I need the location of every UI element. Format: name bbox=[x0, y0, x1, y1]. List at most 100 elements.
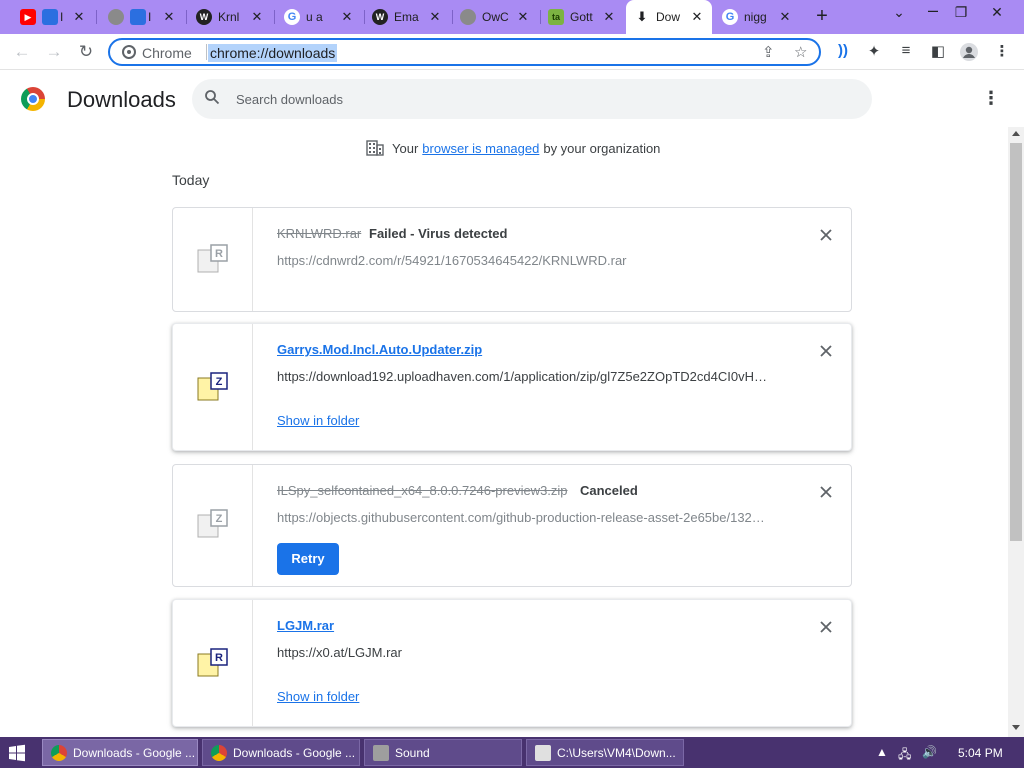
tab-krnl[interactable]: W Krnl ✕ bbox=[188, 2, 272, 32]
file-name-link[interactable]: Garrys.Mod.Incl.Auto.Updater.zip bbox=[277, 342, 482, 357]
chrome-icon bbox=[211, 744, 227, 761]
close-window-button[interactable]: ✕ bbox=[982, 4, 1012, 21]
file-name: ILSpy_selfcontained_x64_8.0.0.7246-previ… bbox=[277, 483, 568, 498]
download-url[interactable]: https://x0.at/LGJM.rar bbox=[277, 645, 777, 660]
chrome-site-icon bbox=[122, 45, 136, 59]
side-panel-icon[interactable]: ◧ bbox=[927, 42, 949, 62]
close-icon[interactable]: ✕ bbox=[340, 9, 354, 25]
speaker-icon bbox=[373, 744, 389, 761]
tab-separator bbox=[96, 10, 97, 24]
forward-button[interactable]: → bbox=[42, 40, 66, 64]
download-item-garrys-mod: Z Garrys.Mod.Incl.Auto.Updater.zip https… bbox=[172, 323, 852, 451]
file-icon-column: R bbox=[173, 600, 253, 726]
downloads-list: Your browser is managed by your organiza… bbox=[0, 127, 1008, 737]
managed-notice: Your browser is managed by your organiza… bbox=[366, 140, 660, 156]
minimize-button[interactable]: – bbox=[918, 0, 948, 21]
screen-icon bbox=[42, 9, 58, 25]
extension-wave-icon[interactable]: )) bbox=[832, 42, 854, 62]
search-input[interactable] bbox=[236, 89, 836, 109]
download-item-lgjm: R LGJM.rar https://x0.at/LGJM.rar Show i… bbox=[172, 599, 852, 727]
tab-label: nigg bbox=[744, 10, 767, 24]
tab-search-button[interactable]: ⌄ bbox=[884, 4, 914, 21]
tab-label: OwC bbox=[482, 10, 509, 24]
managed-prefix: Your bbox=[392, 140, 419, 156]
google-icon: G bbox=[722, 9, 738, 25]
tab-gott[interactable]: ta Gott ✕ bbox=[540, 2, 624, 32]
close-icon[interactable]: ✕ bbox=[162, 9, 176, 25]
share-icon[interactable]: ⇪ bbox=[762, 43, 775, 61]
browser-toolbar: ← → ↻ Chrome chrome://downloads ⇪ ☆ )) ✦… bbox=[0, 34, 1024, 70]
globe-icon bbox=[108, 9, 124, 25]
system-clock[interactable]: 5:04 PM bbox=[958, 746, 1003, 760]
show-in-folder-link[interactable]: Show in folder bbox=[277, 413, 359, 428]
omnibox-divider bbox=[206, 44, 207, 60]
archive-file-icon: Z bbox=[197, 509, 228, 538]
address-bar[interactable]: Chrome chrome://downloads ⇪ ☆ bbox=[108, 38, 821, 66]
tab-label: I bbox=[148, 10, 152, 24]
network-icon[interactable]: 🖧 bbox=[898, 745, 911, 766]
scroll-thumb[interactable] bbox=[1010, 143, 1022, 541]
page-scrollbar[interactable] bbox=[1008, 127, 1024, 737]
tab-google-1[interactable]: G u a ✕ bbox=[276, 2, 362, 32]
page-title: Downloads bbox=[67, 87, 176, 112]
close-icon[interactable]: ✕ bbox=[72, 9, 86, 25]
retry-button[interactable]: Retry bbox=[277, 543, 339, 575]
remove-from-list-icon[interactable] bbox=[817, 226, 835, 244]
remove-from-list-icon[interactable] bbox=[817, 618, 835, 636]
chrome-menu-icon[interactable]: ⋮ bbox=[991, 42, 1013, 62]
scroll-down-arrow-icon[interactable] bbox=[1012, 725, 1020, 730]
restore-button[interactable]: ❐ bbox=[946, 4, 976, 21]
show-in-folder-link[interactable]: Show in folder bbox=[277, 689, 359, 704]
bookmark-star-icon[interactable]: ☆ bbox=[794, 43, 807, 61]
file-icon-column: Z bbox=[173, 465, 253, 586]
scroll-up-arrow-icon[interactable] bbox=[1012, 131, 1020, 136]
tray-overflow-icon[interactable]: ▲ bbox=[876, 745, 888, 759]
download-status: Canceled bbox=[580, 483, 638, 498]
new-tab-button[interactable]: + bbox=[810, 5, 834, 29]
archive-file-icon: Z bbox=[197, 372, 228, 401]
site-icon: W bbox=[372, 9, 388, 25]
chrome-logo-icon bbox=[21, 87, 45, 111]
close-icon[interactable]: ✕ bbox=[428, 9, 442, 25]
tab-globe-2[interactable]: OwC ✕ bbox=[452, 2, 538, 32]
downloads-header: Downloads ⋮ bbox=[0, 71, 1024, 127]
tab-label: Gott bbox=[570, 10, 593, 24]
tab-downloads[interactable]: ⬇ Dow ✕ bbox=[626, 0, 712, 34]
media-control-icon[interactable]: ≡ bbox=[895, 42, 917, 62]
taskbar-sound[interactable]: Sound bbox=[364, 739, 522, 766]
tab-globe-1[interactable]: I ✕ bbox=[100, 2, 184, 32]
more-actions-icon[interactable]: ⋮ bbox=[982, 87, 1000, 111]
volume-icon[interactable]: 🔊 bbox=[922, 745, 937, 759]
reload-button[interactable]: ↻ bbox=[74, 40, 98, 64]
close-icon[interactable]: ✕ bbox=[516, 9, 530, 25]
tab-email[interactable]: W Ema ✕ bbox=[364, 2, 450, 32]
close-icon[interactable]: ✕ bbox=[250, 9, 264, 25]
tab-label: u a bbox=[306, 10, 323, 24]
tab-google-2[interactable]: G nigg ✕ bbox=[714, 2, 800, 32]
download-url[interactable]: https://download192.uploadhaven.com/1/ap… bbox=[277, 369, 777, 384]
windows-taskbar: Downloads - Google ... Downloads - Googl… bbox=[0, 737, 1024, 768]
close-icon[interactable]: ✕ bbox=[602, 9, 616, 25]
back-button[interactable]: ← bbox=[10, 40, 34, 64]
remove-from-list-icon[interactable] bbox=[817, 483, 835, 501]
windows-start-icon[interactable] bbox=[8, 744, 26, 762]
taskbar-chrome-downloads-2[interactable]: Downloads - Google ... bbox=[202, 739, 360, 766]
tab-label: Dow bbox=[656, 10, 681, 24]
url-text[interactable]: chrome://downloads bbox=[208, 44, 338, 62]
download-url[interactable]: https://objects.githubusercontent.com/gi… bbox=[277, 510, 777, 525]
taskbar-chrome-downloads-1[interactable]: Downloads - Google ... bbox=[42, 739, 198, 766]
close-icon[interactable]: ✕ bbox=[778, 9, 792, 25]
tab-label: I bbox=[60, 10, 64, 24]
search-box[interactable] bbox=[192, 79, 872, 119]
puzzle-extensions-icon[interactable]: ✦ bbox=[863, 42, 885, 62]
download-url[interactable]: https://cdnwrd2.com/r/54921/167053464542… bbox=[277, 253, 777, 268]
browser-managed-link[interactable]: browser is managed bbox=[422, 141, 539, 156]
file-name-link[interactable]: LGJM.rar bbox=[277, 618, 334, 633]
close-icon[interactable]: ✕ bbox=[690, 9, 704, 25]
profile-avatar-icon[interactable] bbox=[958, 42, 980, 62]
tab-youtube[interactable]: ▶ I ✕ bbox=[12, 2, 94, 32]
remove-from-list-icon[interactable] bbox=[817, 342, 835, 360]
taskbar-7zip[interactable]: C:\Users\VM4\Down... bbox=[526, 739, 684, 766]
file-name: KRNLWRD.rar bbox=[277, 226, 362, 241]
svg-text:R: R bbox=[215, 248, 223, 260]
